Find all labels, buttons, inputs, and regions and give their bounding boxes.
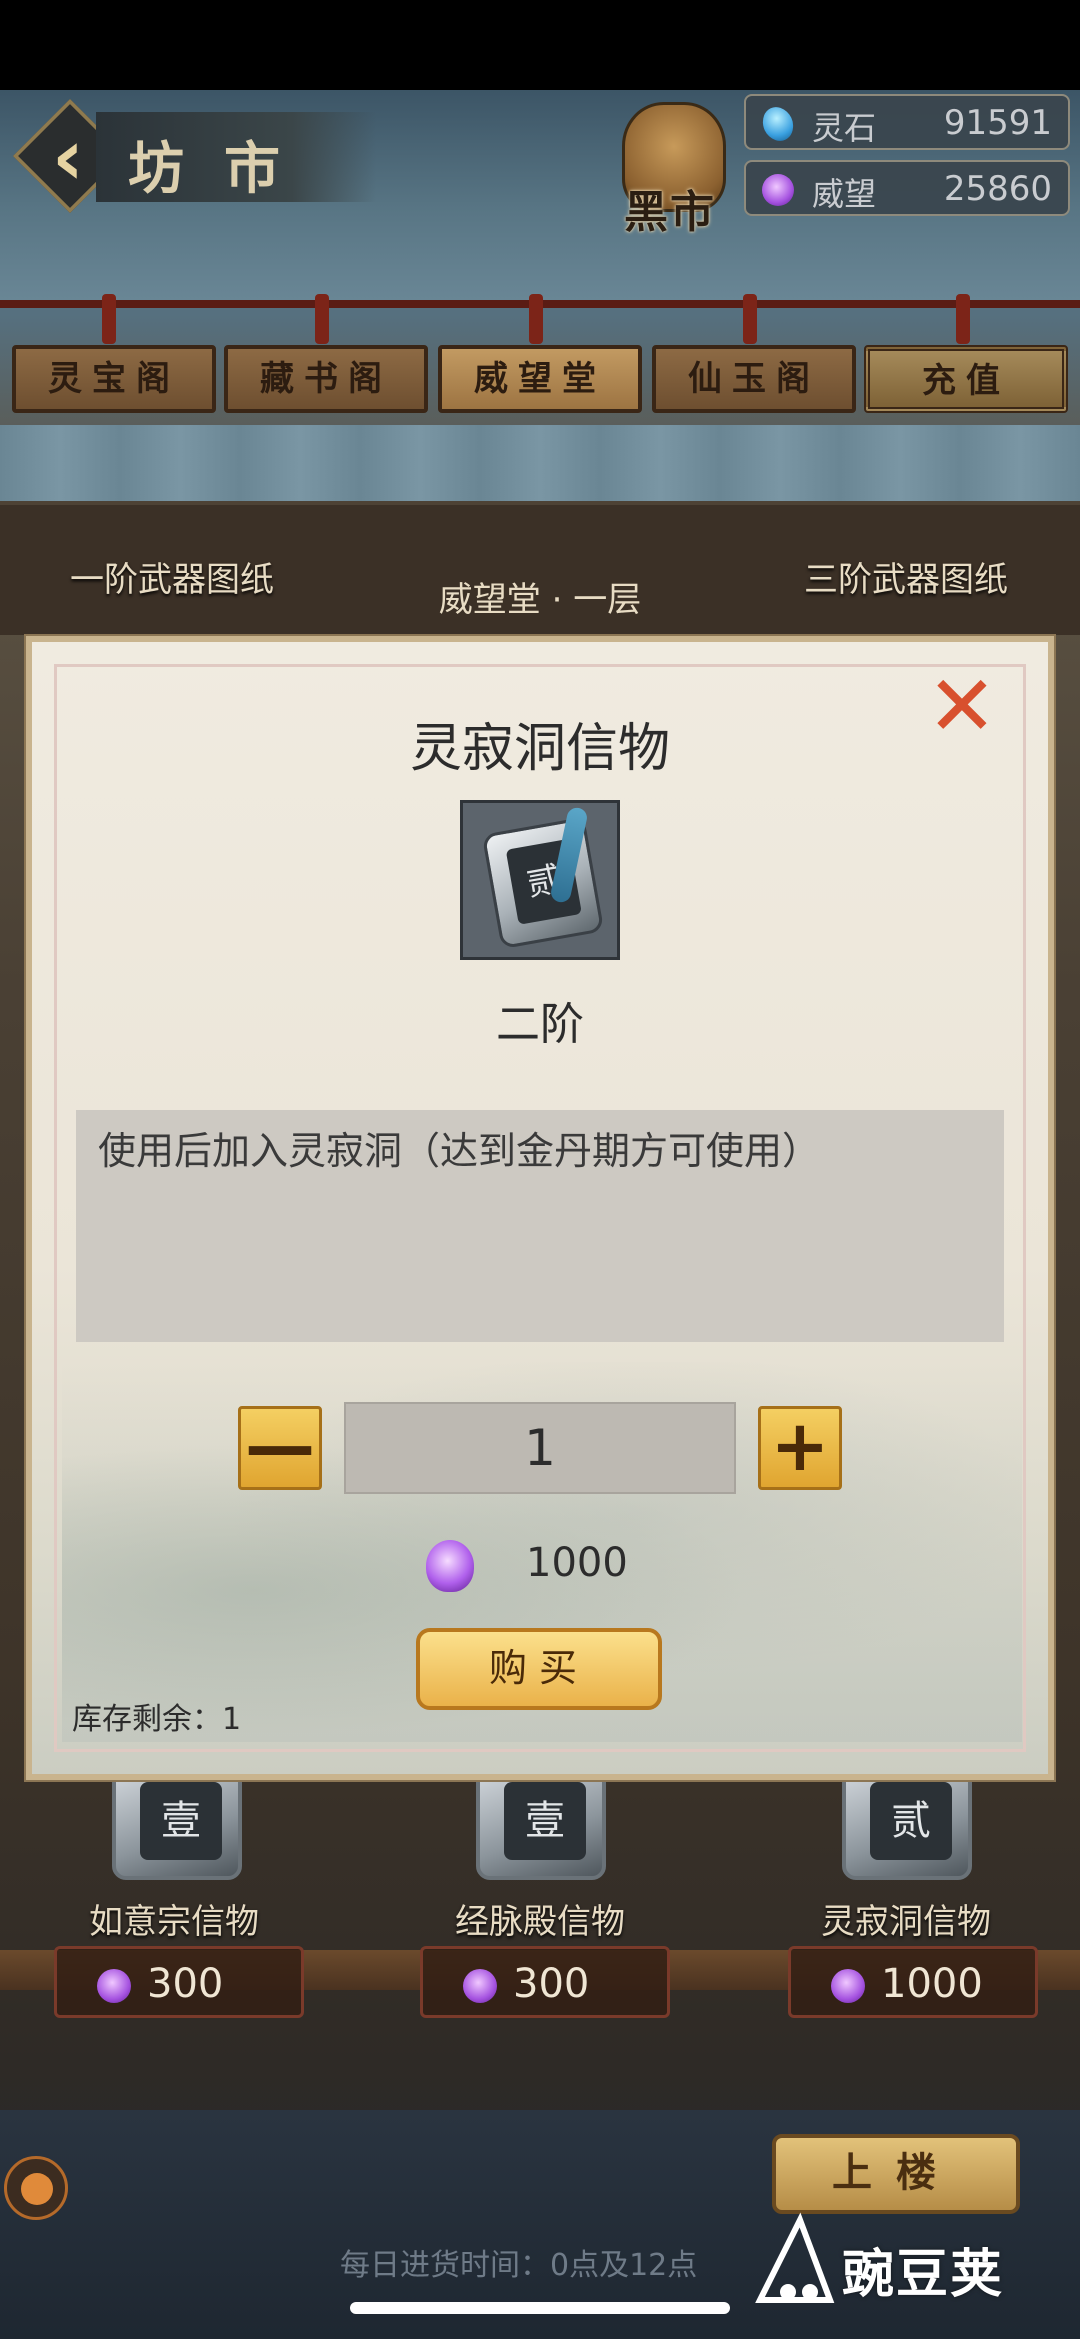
quantity-increase-button[interactable]: + [758, 1406, 842, 1490]
prestige-icon [426, 1540, 474, 1592]
quantity-field[interactable]: 1 [344, 1402, 736, 1494]
app-screen: ‹ 坊市 黑市 灵石 91591 威望 25860 灵宝阁 藏书阁 威望堂 仙玉… [0, 0, 1080, 2339]
item-icon: 贰 [460, 800, 620, 960]
token-icon: 贰 [481, 816, 605, 950]
stock-remaining: 库存剩余：1 [72, 1702, 242, 1737]
item-title: 灵寂洞信物 [409, 719, 670, 779]
buy-button[interactable]: 购买 [416, 1628, 662, 1710]
item-grade: 二阶 [496, 999, 584, 1050]
item-description-box: 使用后加入灵寂洞（达到金丹期方可使用） [76, 1110, 1004, 1342]
quantity-decrease-button[interactable]: — [238, 1406, 322, 1490]
total-price: 1000 [526, 1540, 628, 1586]
item-description: 使用后加入灵寂洞（达到金丹期方可使用） [98, 1129, 821, 1173]
